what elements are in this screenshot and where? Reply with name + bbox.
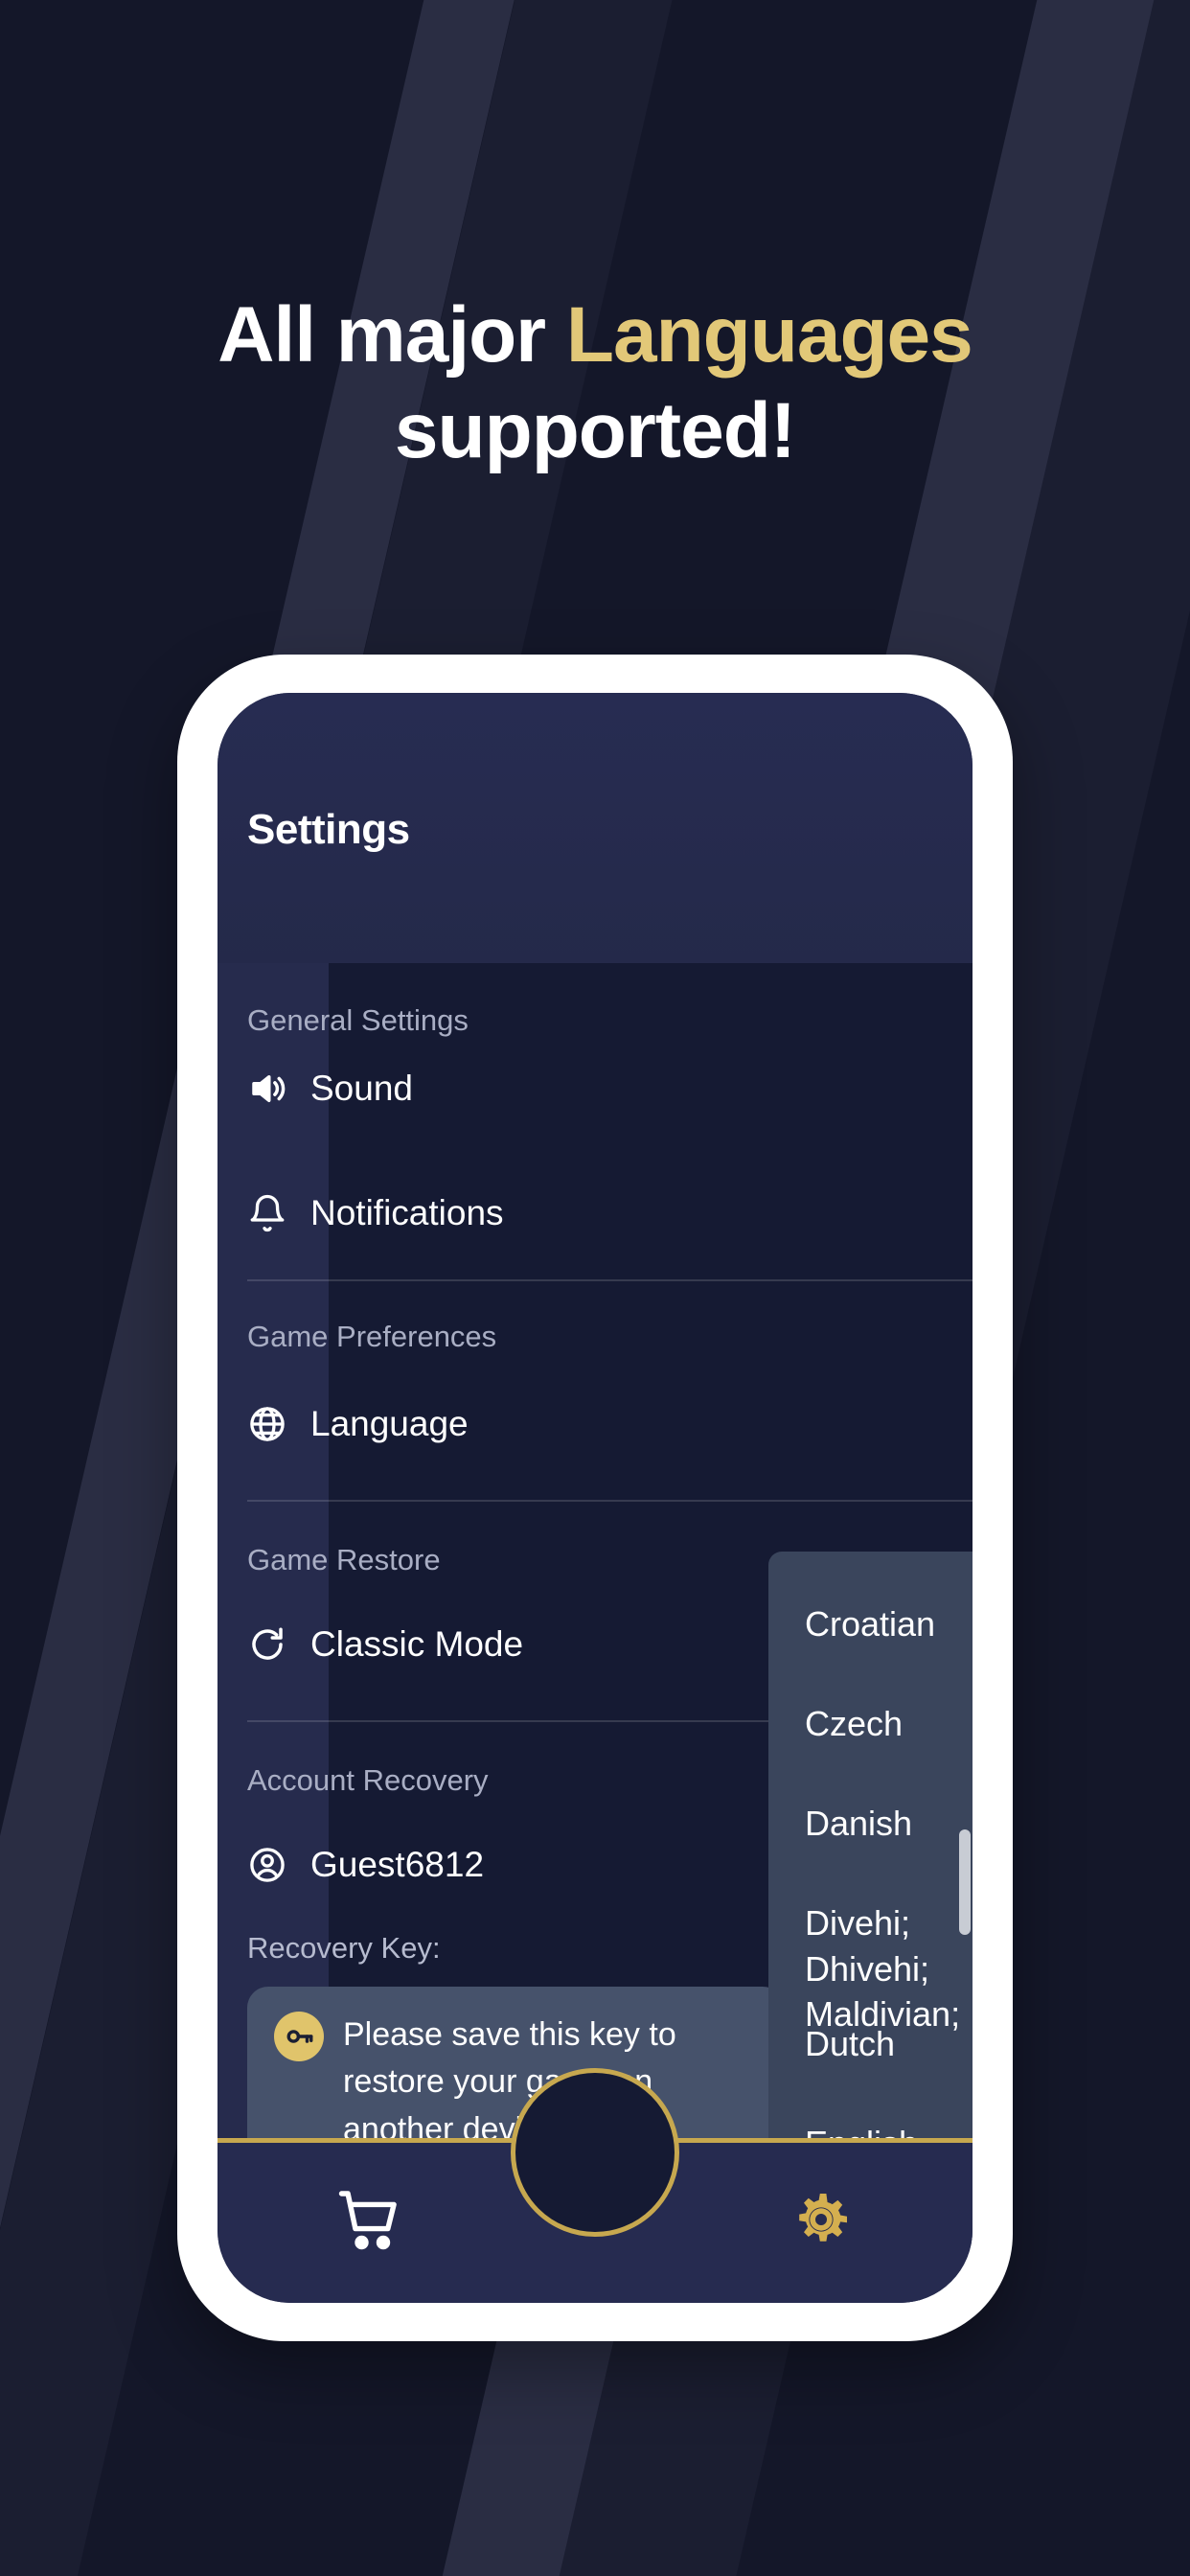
settings-row-language[interactable]: Language xyxy=(247,1404,953,1444)
nav-center-notch xyxy=(511,2068,679,2237)
settings-row-label: Language xyxy=(310,1404,469,1443)
nav-button-settings[interactable] xyxy=(783,2183,859,2260)
section-label-account-recovery: Account Recovery xyxy=(247,1763,489,1797)
section-label-game-restore: Game Restore xyxy=(247,1543,441,1576)
language-option[interactable]: Danish xyxy=(805,1801,946,1847)
section-label-general-settings: General Settings xyxy=(247,1003,469,1037)
settings-row-label: Sound xyxy=(310,1069,413,1108)
language-option[interactable]: Croatian xyxy=(805,1601,946,1647)
headline-line-1: All major Languages xyxy=(0,288,1190,383)
divider xyxy=(247,1500,973,1502)
settings-row-sound[interactable]: Sound xyxy=(247,1069,953,1109)
gear-icon xyxy=(787,2185,856,2259)
nav-button-shop[interactable] xyxy=(331,2183,407,2260)
language-option[interactable]: Divehi; Dhivehi; Maldivian; xyxy=(805,1900,960,2037)
headline-white-part: All major xyxy=(217,291,566,379)
headline-line-2: supported! xyxy=(394,387,796,475)
settings-row-notifications[interactable]: Notifications xyxy=(247,1193,953,1233)
account-username: Guest6812 xyxy=(310,1845,485,1884)
divider xyxy=(247,1279,973,1281)
refresh-icon xyxy=(247,1624,287,1665)
bottom-navigation-bar xyxy=(217,2068,973,2303)
key-icon xyxy=(274,2012,324,2061)
section-label-game-preferences: Game Preferences xyxy=(247,1320,497,1353)
app-header: Settings xyxy=(217,693,973,980)
language-option[interactable]: Czech xyxy=(805,1701,946,1747)
phone-mockup: Settings General Settings Sound Notifica… xyxy=(177,655,1013,2341)
settings-page-title: Settings xyxy=(247,806,410,853)
headline-gold-part: Languages xyxy=(565,291,973,379)
language-option[interactable]: Dutch xyxy=(805,2021,946,2067)
globe-icon xyxy=(247,1404,287,1444)
bell-icon xyxy=(247,1193,287,1233)
cart-icon xyxy=(334,2185,403,2259)
settings-row-label: Notifications xyxy=(310,1193,504,1232)
phone-screen: Settings General Settings Sound Notifica… xyxy=(217,693,973,2303)
settings-row-label: Classic Mode xyxy=(310,1624,524,1664)
volume-icon xyxy=(247,1069,287,1109)
account-icon xyxy=(247,1845,287,1885)
dropdown-scrollbar-thumb[interactable] xyxy=(959,1829,971,1935)
page-title: All major Languages supported! xyxy=(0,288,1190,479)
recovery-key-label: Recovery Key: xyxy=(247,1931,441,1965)
